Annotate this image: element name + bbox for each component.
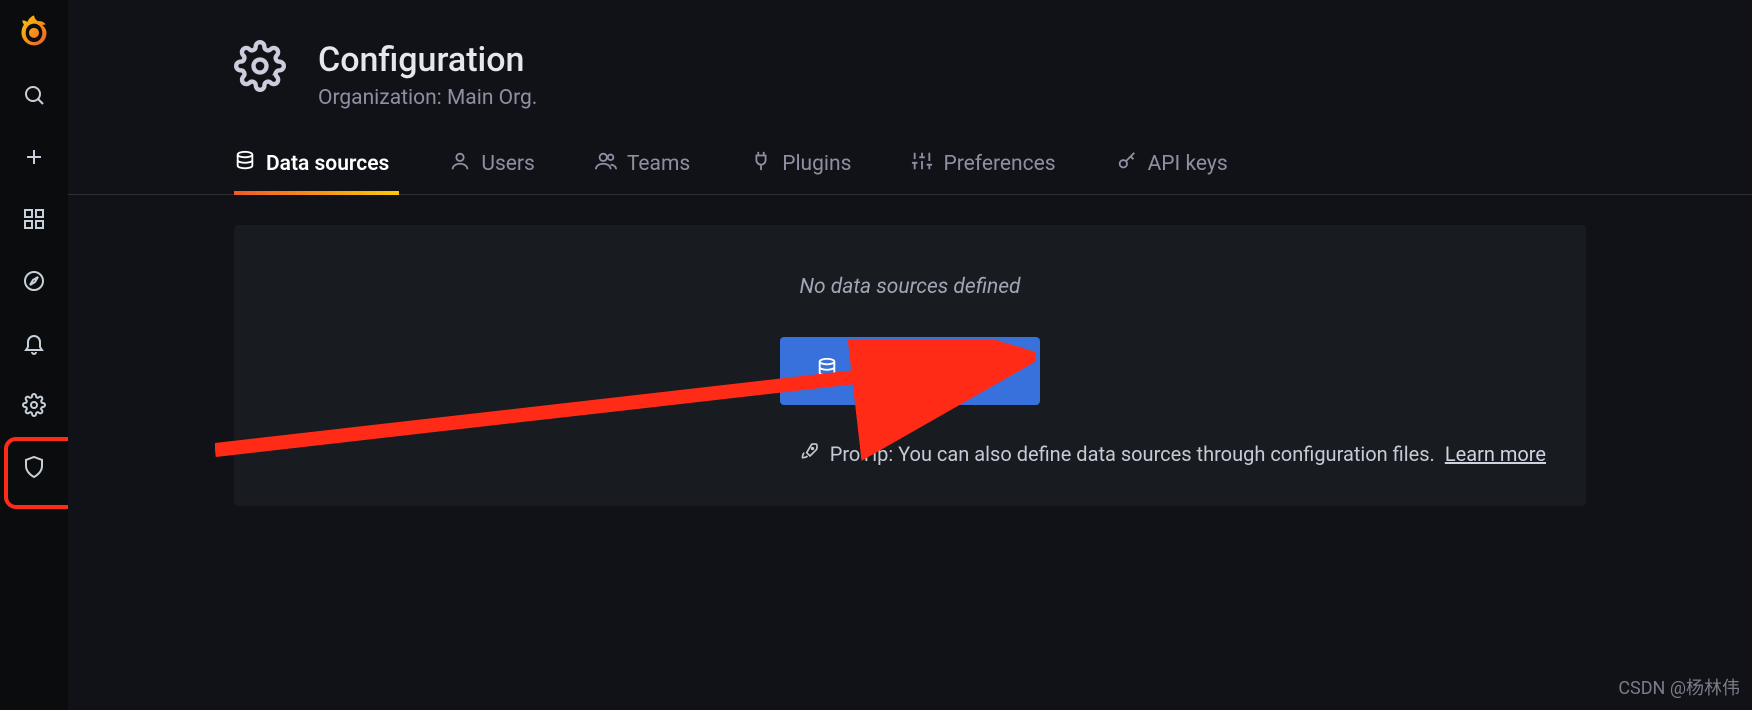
tab-label: API keys bbox=[1148, 152, 1228, 176]
tab-label: Users bbox=[481, 152, 535, 176]
sliders-icon bbox=[911, 150, 933, 178]
apps-icon[interactable] bbox=[15, 200, 53, 238]
shield-icon[interactable] bbox=[15, 448, 53, 486]
page-title: Configuration bbox=[318, 40, 537, 80]
learn-more-link[interactable]: Learn more bbox=[1445, 442, 1546, 466]
plug-icon bbox=[750, 150, 772, 178]
tab-users[interactable]: Users bbox=[449, 150, 545, 194]
grafana-logo[interactable] bbox=[14, 12, 54, 52]
plus-icon[interactable] bbox=[15, 138, 53, 176]
tab-apikeys[interactable]: API keys bbox=[1116, 150, 1238, 194]
bell-icon[interactable] bbox=[15, 324, 53, 362]
tab-plugins[interactable]: Plugins bbox=[750, 150, 861, 194]
key-icon bbox=[1116, 150, 1138, 178]
tab-preferences[interactable]: Preferences bbox=[911, 150, 1065, 194]
page-header: Configuration Organization: Main Org. bbox=[68, 40, 1752, 110]
compass-icon[interactable] bbox=[15, 262, 53, 300]
tab-label: Plugins bbox=[782, 152, 851, 176]
gear-icon bbox=[234, 40, 286, 96]
page-subtitle: Organization: Main Org. bbox=[318, 86, 537, 110]
add-data-source-button[interactable]: Add data source bbox=[780, 337, 1041, 405]
rocket-icon bbox=[800, 441, 820, 466]
gear-icon[interactable] bbox=[15, 386, 53, 424]
tab-label: Preferences bbox=[943, 152, 1055, 176]
tab-teams[interactable]: Teams bbox=[595, 150, 700, 194]
tab-label: Teams bbox=[627, 152, 690, 176]
users-icon bbox=[595, 150, 617, 178]
tab-datasources[interactable]: Data sources bbox=[234, 150, 399, 194]
main-content: Configuration Organization: Main Org. Da… bbox=[68, 0, 1752, 710]
user-icon bbox=[449, 150, 471, 178]
protip: ProTip: You can also define data sources… bbox=[800, 441, 1546, 466]
content-card: No data sources defined Add data source … bbox=[234, 225, 1586, 506]
tab-label: Data sources bbox=[266, 152, 389, 176]
protip-text: ProTip: You can also define data sources… bbox=[830, 442, 1435, 466]
watermark: CSDN @杨林伟 bbox=[1618, 674, 1740, 700]
empty-state-text: No data sources defined bbox=[799, 275, 1020, 299]
tabs: Data sources Users Teams Plugins Prefere… bbox=[68, 150, 1752, 195]
database-icon bbox=[816, 357, 838, 385]
search-icon[interactable] bbox=[15, 76, 53, 114]
database-icon bbox=[234, 150, 256, 178]
sidebar bbox=[0, 0, 68, 710]
button-label: Add data source bbox=[852, 359, 1005, 383]
